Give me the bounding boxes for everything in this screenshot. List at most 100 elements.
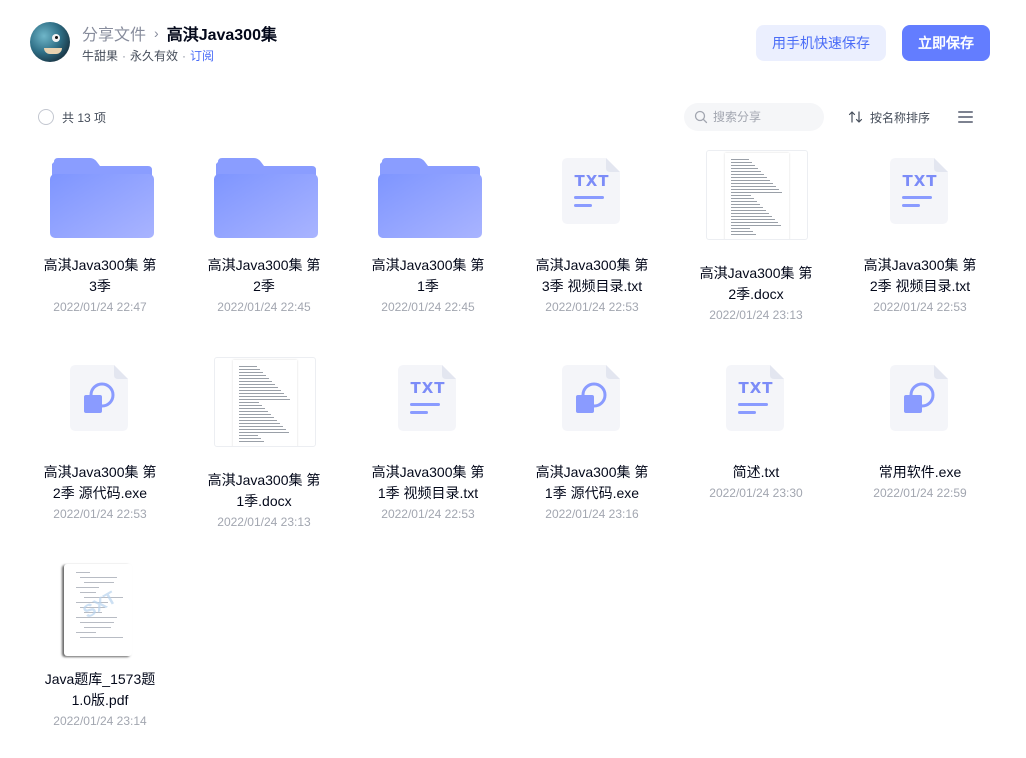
file-item[interactable]: SXT Java题库_1573题 1.0版.pdf 2022/01/24 23:14	[18, 564, 182, 754]
file-name-line2: 3季	[89, 278, 111, 294]
file-item[interactable]: 高淇Java300集 第 2季.docx 2022/01/24 23:13	[674, 150, 838, 340]
file-name-line1: 高淇Java300集 第	[43, 464, 157, 480]
file-name-line1: 高淇Java300集 第	[535, 257, 649, 273]
search-icon	[694, 110, 708, 124]
file-item[interactable]: 高淇Java300集 第 2季 源代码.exe 2022/01/24 22:53	[18, 357, 182, 547]
file-time: 2022/01/24 23:16	[545, 507, 639, 521]
folder-icon	[214, 158, 318, 238]
file-time: 2022/01/24 22:45	[381, 300, 475, 314]
breadcrumb-root[interactable]: 分享文件	[82, 21, 146, 45]
search-input[interactable]	[713, 110, 813, 124]
file-time: 2022/01/24 23:13	[217, 515, 311, 529]
file-time: 2022/01/24 23:30	[709, 486, 803, 500]
file-item[interactable]: 高淇Java300集 第 1季 源代码.exe 2022/01/24 23:16	[510, 357, 674, 547]
sort-label: 按名称排序	[870, 110, 931, 125]
file-name-line1: 高淇Java300集 第	[699, 265, 813, 281]
file-time: 2022/01/24 23:13	[709, 308, 803, 322]
file-name-line2: 2季 源代码.exe	[52, 485, 148, 501]
file-name-line1: 高淇Java300集 第	[207, 472, 321, 488]
file-name-line2: 1季 视频目录.txt	[377, 485, 479, 501]
share-header: 分享文件 › 高淇Java300集 牛甜果 · 永久有效 · 订阅 用手机快速保…	[0, 0, 1026, 90]
item-count: 共 13 项	[62, 110, 107, 125]
file-time: 2022/01/24 22:53	[53, 507, 147, 521]
file-time: 2022/01/24 22:53	[873, 300, 967, 314]
txt-icon-label: TXT	[574, 172, 610, 190]
file-name-line1: Java题库_1573题	[44, 671, 156, 687]
file-name-line2: 1季	[417, 278, 439, 294]
docx-thumbnail	[706, 150, 808, 250]
meta-dot: ·	[122, 48, 127, 63]
file-time: 2022/01/24 22:47	[53, 300, 147, 314]
folder-thumbnail	[214, 150, 318, 250]
breadcrumb-separator: ›	[154, 25, 159, 41]
file-time: 2022/01/24 22:53	[381, 507, 475, 521]
file-item[interactable]: 高淇Java300集 第 1季 2022/01/24 22:45	[346, 150, 510, 340]
file-name-line1: 高淇Java300集 第	[43, 257, 157, 273]
txt-thumbnail: TXT	[542, 150, 642, 250]
exe-file-icon	[890, 365, 948, 431]
docx-thumbnail	[214, 357, 316, 457]
pdf-thumbnail: SXT	[50, 564, 150, 664]
folder-thumbnail	[50, 150, 154, 250]
select-all[interactable]: 共 13 项	[38, 108, 106, 126]
exe-file-icon	[70, 365, 128, 431]
file-item[interactable]: TXT 高淇Java300集 第 1季 视频目录.txt 2022/01/24 22:…	[346, 357, 510, 547]
file-name-line1: 高淇Java300集 第	[207, 257, 321, 273]
exe-thumbnail	[870, 357, 970, 457]
subscribe-link[interactable]: 订阅	[190, 47, 214, 64]
folder-icon	[378, 158, 482, 238]
file-item[interactable]: 高淇Java300集 第 2季 2022/01/24 22:45	[182, 150, 346, 340]
txt-thumbnail: TXT	[378, 357, 478, 457]
file-name-line1: 高淇Java300集 第	[863, 257, 977, 273]
breadcrumb: 分享文件 › 高淇Java300集	[82, 22, 277, 44]
txt-thumbnail: TXT	[870, 150, 970, 250]
file-name-line1: 高淇Java300集 第	[371, 257, 485, 273]
file-name-line2: 2季	[253, 278, 275, 294]
txt-file-icon	[726, 365, 784, 431]
exe-file-icon	[562, 365, 620, 431]
file-name-line1: 常用软件.exe	[878, 464, 962, 480]
owner-name[interactable]: 牛甜果	[82, 47, 118, 64]
file-item[interactable]: 高淇Java300集 第 1季.docx 2022/01/24 23:13	[182, 357, 346, 547]
file-item[interactable]: TXT 高淇Java300集 第 2季 视频目录.txt 2022/01/24 22:…	[838, 150, 1002, 340]
file-name-line2: 1季.docx	[236, 493, 292, 509]
txt-icon-label: TXT	[410, 379, 446, 397]
exe-thumbnail	[50, 357, 150, 457]
file-name-line2: 1.0版.pdf	[71, 692, 129, 708]
file-name-line2: 3季 视频目录.txt	[541, 278, 643, 294]
validity-text: 永久有效	[130, 49, 179, 63]
file-item[interactable]: 高淇Java300集 第 3季 2022/01/24 22:47	[18, 150, 182, 340]
txt-file-icon	[890, 158, 948, 224]
txt-file-icon	[562, 158, 620, 224]
file-time: 2022/01/24 22:59	[873, 486, 967, 500]
select-all-radio[interactable]	[38, 109, 54, 125]
file-time: 2022/01/24 23:14	[53, 714, 147, 728]
share-meta: 牛甜果 · 永久有效 · 订阅	[82, 47, 214, 64]
file-name-line1: 高淇Java300集 第	[535, 464, 649, 480]
page-title: 高淇Java300集	[166, 27, 277, 44]
txt-icon-label: TXT	[902, 172, 938, 190]
avatar-mouth	[44, 48, 62, 54]
phone-save-button[interactable]: 用手机快速保存	[756, 25, 886, 61]
sort-button[interactable]: 按名称排序	[848, 108, 930, 126]
avatar-eye	[52, 34, 60, 42]
pdf-preview: SXT	[64, 564, 132, 656]
file-name-line2: 2季 视频目录.txt	[869, 278, 971, 294]
file-time: 2022/01/24 22:53	[545, 300, 639, 314]
owner-avatar[interactable]	[30, 22, 70, 62]
file-item[interactable]: TXT 简述.txt 2022/01/24 23:30	[674, 357, 838, 547]
meta-dot: ·	[182, 48, 187, 63]
save-now-button[interactable]: 立即保存	[902, 25, 990, 61]
folder-icon	[50, 158, 154, 238]
file-item[interactable]: TXT 高淇Java300集 第 3季 视频目录.txt 2022/01/24 22:…	[510, 150, 674, 340]
docx-preview	[706, 150, 808, 240]
txt-thumbnail: TXT	[706, 357, 806, 457]
list-view-menu-icon[interactable]	[958, 108, 976, 126]
txt-file-icon	[398, 365, 456, 431]
file-item[interactable]: 常用软件.exe 2022/01/24 22:59	[838, 357, 1002, 547]
file-name-line1: 高淇Java300集 第	[371, 464, 485, 480]
folder-thumbnail	[378, 150, 482, 250]
txt-icon-label: TXT	[738, 379, 774, 397]
file-name-line2: 2季.docx	[728, 286, 784, 302]
search-box[interactable]	[684, 103, 824, 131]
